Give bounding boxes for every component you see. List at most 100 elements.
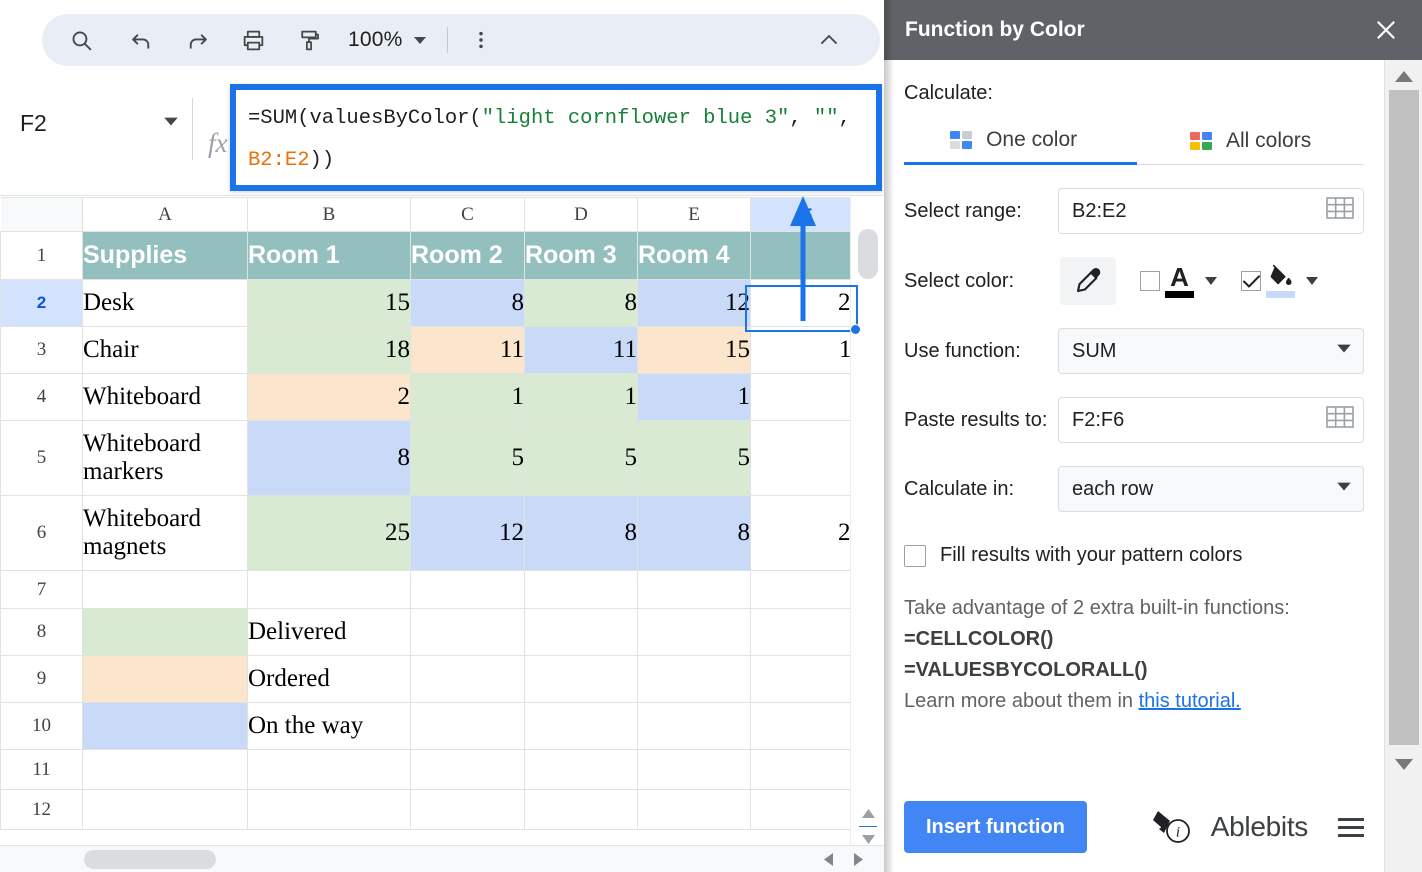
cell-F6[interactable]: 28 bbox=[751, 496, 864, 571]
cell-D6[interactable]: 8 bbox=[525, 496, 638, 571]
formula-input[interactable]: =SUM(valuesByColor("light cornflower blu… bbox=[248, 98, 870, 182]
close-icon[interactable] bbox=[1368, 12, 1404, 48]
cell-E5[interactable]: 5 bbox=[638, 421, 751, 496]
cell-E9[interactable] bbox=[638, 656, 751, 703]
cell-F12[interactable] bbox=[751, 790, 864, 830]
formula-input-highlight[interactable]: =SUM(valuesByColor("light cornflower blu… bbox=[230, 84, 882, 191]
cell-C9[interactable] bbox=[411, 656, 525, 703]
cell-E8[interactable] bbox=[638, 609, 751, 656]
cell-F7[interactable] bbox=[751, 571, 864, 609]
chevron-down-icon[interactable] bbox=[1335, 339, 1353, 363]
cell-A2[interactable]: Desk bbox=[83, 280, 248, 327]
chevron-down-icon[interactable] bbox=[162, 112, 180, 135]
cell-E12[interactable] bbox=[638, 790, 751, 830]
cell-E2[interactable]: 12 bbox=[638, 280, 751, 327]
cell-D7[interactable] bbox=[525, 571, 638, 609]
select-range-input[interactable]: B2:E2 bbox=[1058, 188, 1364, 234]
column-header-a[interactable]: A bbox=[83, 198, 248, 232]
cell-C7[interactable] bbox=[411, 571, 525, 609]
cell-C3[interactable]: 11 bbox=[411, 327, 525, 374]
cell-D1[interactable]: Room 3 bbox=[525, 232, 638, 280]
row-header-9[interactable]: 9 bbox=[1, 656, 83, 703]
row-header-8[interactable]: 8 bbox=[1, 609, 83, 656]
cell-F11[interactable] bbox=[751, 750, 864, 790]
use-function-select[interactable]: SUM bbox=[1058, 328, 1364, 374]
grid-picker-icon[interactable] bbox=[1325, 195, 1355, 227]
cell-C11[interactable] bbox=[411, 750, 525, 790]
panel-scroll-thumb[interactable] bbox=[1389, 90, 1419, 745]
cell-B6[interactable]: 25 bbox=[248, 496, 411, 571]
cell-F10[interactable] bbox=[751, 703, 864, 750]
paste-results-input[interactable]: F2:F6 bbox=[1058, 397, 1364, 443]
cell-A8[interactable] bbox=[83, 609, 248, 656]
column-header-d[interactable]: D bbox=[525, 198, 638, 232]
chevron-down-icon[interactable] bbox=[1306, 277, 1318, 285]
cell-A3[interactable]: Chair bbox=[83, 327, 248, 374]
cell-B12[interactable] bbox=[248, 790, 411, 830]
search-icon[interactable] bbox=[58, 17, 104, 63]
redo-icon[interactable] bbox=[174, 17, 220, 63]
cell-D2[interactable]: 8 bbox=[525, 280, 638, 327]
cell-F8[interactable] bbox=[751, 609, 864, 656]
cell-C2[interactable]: 8 bbox=[411, 280, 525, 327]
cell-E6[interactable]: 8 bbox=[638, 496, 751, 571]
cell-F5[interactable]: 8 bbox=[751, 421, 864, 496]
print-icon[interactable] bbox=[230, 17, 276, 63]
row-header-10[interactable]: 10 bbox=[1, 703, 83, 750]
name-box[interactable]: F2 bbox=[20, 106, 180, 140]
tab-all-colors[interactable]: All colors bbox=[1137, 117, 1364, 165]
sheet-horizontal-scrollbar[interactable] bbox=[0, 845, 884, 872]
cell-B11[interactable] bbox=[248, 750, 411, 790]
cell-D10[interactable] bbox=[525, 703, 638, 750]
font-color-checkbox[interactable] bbox=[1140, 271, 1160, 291]
cell-A9[interactable] bbox=[83, 656, 248, 703]
zoom-selector[interactable]: 100% bbox=[338, 27, 437, 53]
column-header-b[interactable]: B bbox=[248, 198, 411, 232]
cell-D11[interactable] bbox=[525, 750, 638, 790]
cell-A7[interactable] bbox=[83, 571, 248, 609]
sheet-scroll-right-icon[interactable] bbox=[846, 846, 870, 872]
font-color-icon[interactable]: A bbox=[1165, 265, 1194, 298]
font-color-option[interactable]: A bbox=[1140, 265, 1217, 298]
chevron-down-icon[interactable] bbox=[1205, 277, 1217, 285]
cell-B1[interactable]: Room 1 bbox=[248, 232, 411, 280]
insert-function-button[interactable]: Insert function bbox=[904, 801, 1087, 853]
cell-C12[interactable] bbox=[411, 790, 525, 830]
column-header-c[interactable]: C bbox=[411, 198, 525, 232]
row-header-6[interactable]: 6 bbox=[1, 496, 83, 571]
hamburger-menu-icon[interactable] bbox=[1338, 818, 1364, 837]
grid-picker-icon[interactable] bbox=[1325, 404, 1355, 436]
row-header-12[interactable]: 12 bbox=[1, 790, 83, 830]
tab-one-color[interactable]: One color bbox=[904, 117, 1137, 165]
ablebits-info-icon[interactable]: i bbox=[1149, 803, 1195, 852]
cell-A10[interactable] bbox=[83, 703, 248, 750]
cell-B8[interactable]: Delivered bbox=[248, 609, 411, 656]
row-header-2[interactable]: 2 bbox=[1, 280, 83, 327]
eyedropper-icon[interactable] bbox=[1060, 257, 1116, 305]
cell-C8[interactable] bbox=[411, 609, 525, 656]
sheet-scroll-up-icon[interactable] bbox=[851, 802, 884, 824]
fill-results-checkbox-row[interactable]: Fill results with your pattern colors bbox=[904, 544, 1364, 567]
grid-corner[interactable] bbox=[1, 198, 83, 232]
cell-E10[interactable] bbox=[638, 703, 751, 750]
cell-E11[interactable] bbox=[638, 750, 751, 790]
cell-D8[interactable] bbox=[525, 609, 638, 656]
cell-B4[interactable]: 2 bbox=[248, 374, 411, 421]
cell-A4[interactable]: Whiteboard bbox=[83, 374, 248, 421]
cell-A1[interactable]: Supplies bbox=[83, 232, 248, 280]
cell-E3[interactable]: 15 bbox=[638, 327, 751, 374]
cell-D4[interactable]: 1 bbox=[525, 374, 638, 421]
cell-D12[interactable] bbox=[525, 790, 638, 830]
cell-B9[interactable]: Ordered bbox=[248, 656, 411, 703]
sheet-hscroll-thumb[interactable] bbox=[84, 850, 216, 869]
cell-E7[interactable] bbox=[638, 571, 751, 609]
cell-C6[interactable]: 12 bbox=[411, 496, 525, 571]
column-header-e[interactable]: E bbox=[638, 198, 751, 232]
cell-A6[interactable]: Whiteboard magnets bbox=[83, 496, 248, 571]
cell-C4[interactable]: 1 bbox=[411, 374, 525, 421]
tutorial-link[interactable]: this tutorial. bbox=[1139, 690, 1241, 712]
sheet-vscroll-thumb[interactable] bbox=[858, 229, 878, 279]
sheet-vertical-scrollbar[interactable] bbox=[850, 197, 884, 872]
collapse-toolbar-icon[interactable] bbox=[806, 17, 852, 63]
row-header-5[interactable]: 5 bbox=[1, 421, 83, 496]
